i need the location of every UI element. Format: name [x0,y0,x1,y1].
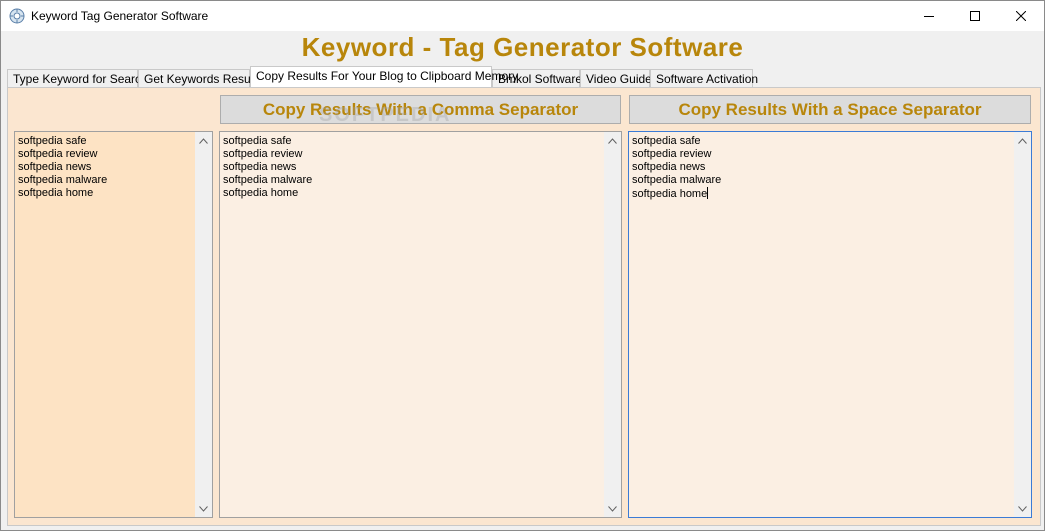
space-result-textbox[interactable]: softpedia safe softpedia review softpedi… [628,131,1032,518]
close-icon [1016,11,1026,21]
app-icon [9,8,25,24]
watermark: SOFTPEDIA [319,104,452,126]
vertical-scrollbar[interactable] [604,132,621,517]
list-item: softpedia malware [632,174,722,186]
copy-space-button[interactable]: Copy Results With a Space Separator [629,95,1031,124]
list-item: softpedia home [18,187,94,199]
app-heading: Keyword - Tag Generator Software [301,32,744,62]
list-item: softpedia safe [18,135,87,147]
minimize-button[interactable] [906,1,952,31]
scroll-down-icon[interactable] [1014,500,1031,517]
list-item: softpedia news [18,161,92,173]
tab-video-guide[interactable]: Video Guide [580,69,652,87]
close-button[interactable] [998,1,1044,31]
list-item: softpedia safe [223,135,292,147]
list-item: softpedia review [223,148,303,160]
list-item: softpedia news [632,161,706,173]
list-item: softpedia malware [18,174,108,186]
list-item: softpedia news [223,161,297,173]
vertical-scrollbar[interactable] [1014,132,1031,517]
text-caret [707,187,709,199]
maximize-icon [970,11,980,21]
maximize-button[interactable] [952,1,998,31]
tab-get-keywords-result[interactable]: Get Keywords Result [138,69,257,87]
scroll-up-icon[interactable] [604,132,621,149]
list-item: softpedia safe [632,135,701,147]
list-item-last: softpedia home [632,187,721,201]
scroll-up-icon[interactable] [1014,132,1031,149]
app-window: Keyword Tag Generator Software Keyword -… [0,0,1045,531]
window-title: Keyword Tag Generator Software [31,9,209,23]
comma-result-textbox[interactable]: softpedia safe softpedia review softpedi… [219,131,622,518]
title-bar: Keyword Tag Generator Software [1,1,1044,31]
vertical-scrollbar[interactable] [195,132,212,517]
list-item: softpedia malware [223,174,313,186]
scroll-down-icon[interactable] [195,500,212,517]
tab-copy-results[interactable]: Copy Results For Your Blog to Clipboard … [250,66,518,87]
tab-software-activation[interactable]: Software Activation [650,69,758,87]
list-item-text: softpedia home [632,188,708,200]
minimize-icon [924,16,934,17]
list-item: softpedia home [223,187,299,199]
list-item: softpedia review [18,148,98,160]
scroll-down-icon[interactable] [604,500,621,517]
source-keywords-textbox[interactable]: softpedia safe softpedia review softpedi… [14,131,213,518]
scroll-up-icon[interactable] [195,132,212,149]
list-item: softpedia review [632,148,712,160]
tab-type-keyword[interactable]: Type Keyword for Search [7,69,148,87]
